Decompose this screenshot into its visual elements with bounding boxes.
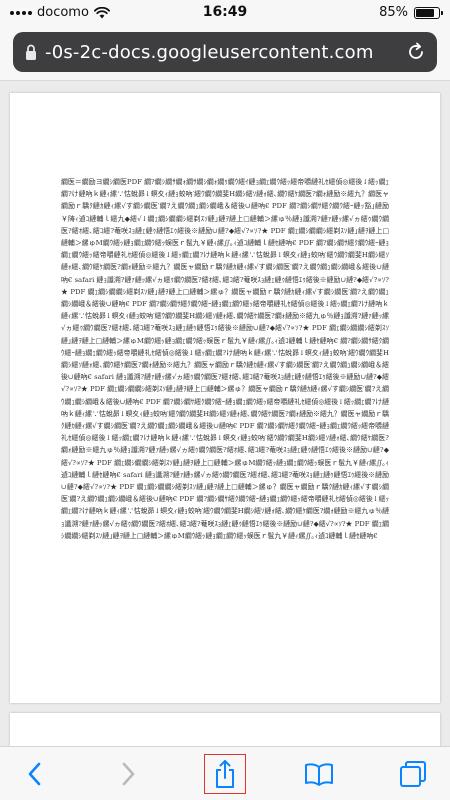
tabs-icon bbox=[400, 761, 426, 787]
document-body-text: 繝医＝繝励ヨ繝ｼ繝医PDF 繝?繝ｼ繝ｻ繝ｫ繝ｻ繝ｼ繝ｫ繝ｩ繝ｳ繧ｲ縺ｮ繝ｪ繝ｳ… bbox=[61, 178, 389, 540]
bookmarks-button[interactable] bbox=[299, 755, 339, 793]
battery-level bbox=[416, 8, 434, 17]
status-bar: docomo 16:49 85% bbox=[0, 0, 450, 26]
back-button[interactable] bbox=[15, 755, 55, 793]
share-button[interactable] bbox=[204, 754, 246, 794]
next-document-page bbox=[10, 713, 440, 746]
browser-bottom-toolbar bbox=[0, 746, 450, 800]
chevron-left-icon bbox=[28, 762, 41, 786]
battery-percent: 85% bbox=[379, 5, 408, 20]
forward-button[interactable] bbox=[108, 755, 148, 793]
address-bar[interactable]: -0s-2c-docs.googleusercontent.com bbox=[13, 32, 437, 72]
url-text[interactable]: -0s-2c-docs.googleusercontent.com bbox=[45, 42, 405, 63]
chevron-right-icon bbox=[122, 762, 135, 786]
document-viewer[interactable]: 繝医＝繝励ヨ繝ｼ繝医PDF 繝?繝ｼ繝ｻ繝ｫ繝ｻ繝ｼ繝ｫ繝ｩ繝ｳ繧ｲ縺ｮ繝ｪ繝ｳ… bbox=[0, 81, 450, 746]
browser-top-bar: -0s-2c-docs.googleusercontent.com bbox=[0, 26, 450, 81]
reload-icon[interactable] bbox=[405, 41, 427, 63]
status-right: 85% bbox=[379, 5, 443, 20]
book-icon bbox=[305, 763, 333, 786]
document-page: 繝医＝繝励ヨ繝ｼ繝医PDF 繝?繝ｼ繝ｻ繝ｫ繝ｻ繝ｼ繝ｫ繝ｩ繝ｳ繧ｲ縺ｮ繝ｪ繝ｳ… bbox=[10, 93, 440, 703]
battery-icon bbox=[414, 6, 443, 19]
tabs-button[interactable] bbox=[393, 755, 433, 793]
lock-icon bbox=[26, 44, 36, 60]
share-icon bbox=[216, 760, 234, 788]
